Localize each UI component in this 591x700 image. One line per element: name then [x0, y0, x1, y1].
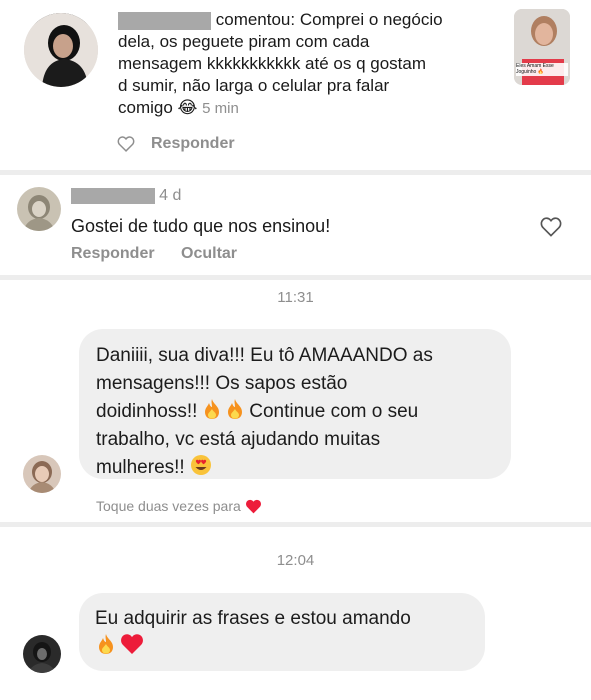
message-line: mulheres!!: [96, 454, 511, 485]
hide-button[interactable]: Ocultar: [181, 245, 237, 263]
message-text: mulheres!!: [96, 457, 185, 478]
like-comment-heart-icon[interactable]: [117, 136, 135, 152]
message-line: doidinhoss!! Continue com o seu: [96, 398, 511, 426]
comment-time: 4 d: [159, 187, 182, 204]
comment-header: 4 d: [71, 187, 181, 205]
reply-button[interactable]: Responder: [151, 135, 235, 153]
thumbnail-caption: Eles Amam Esse Joguinho 🔥: [516, 63, 554, 75]
message-bubble[interactable]: Eu adquirir as frases e estou amando: [79, 593, 485, 671]
sender-avatar[interactable]: [23, 635, 61, 673]
fire-emoji-icon: [226, 398, 244, 420]
message-timestamp: 11:31: [277, 289, 314, 306]
like-comment-heart-icon[interactable]: [540, 217, 562, 237]
comment-text-line: dela, os peguete piram com cada: [118, 32, 370, 51]
comment-body: comentou: Comprei o negócio dela, os peg…: [118, 9, 488, 120]
comment-text: Gostei de tudo que nos ensinou!: [71, 216, 331, 236]
comment-text-line: Comprei o negócio: [299, 10, 443, 29]
commenter-avatar[interactable]: [24, 13, 98, 87]
message-line: mensagens!!! Os sapos estão: [96, 373, 348, 394]
redacted-username[interactable]: [71, 188, 155, 205]
comment-action: comentou:: [215, 10, 296, 29]
hint-text: Toque duas vezes para: [96, 498, 241, 514]
comment-text-line: mensagem kkkkkkkkkkk até os q gostam: [118, 54, 427, 73]
comment-last-line: comigo 😂 5 min: [118, 97, 488, 120]
dm-thread-section: 12:04 Eu adquirir as frases e estou aman…: [0, 527, 591, 700]
message-line: [97, 633, 485, 664]
red-heart-icon: [120, 633, 144, 664]
laughing-emoji: 😂: [177, 98, 198, 118]
message-text: doidinhoss!!: [96, 401, 198, 422]
message-timestamp: 12:04: [276, 552, 315, 569]
sender-avatar[interactable]: [23, 455, 61, 493]
comment-text-line: comigo: [118, 98, 173, 117]
comment-line-1: comentou: Comprei o negócio: [118, 9, 488, 31]
reply-button[interactable]: Responder: [71, 245, 155, 263]
comment-time: 5 min: [202, 100, 239, 117]
comment-item: 4 d Gostei de tudo que nos ensinou! Resp…: [0, 175, 591, 275]
heart-eyes-emoji-icon: [190, 454, 212, 485]
message-line: Daniiii, sua diva!!! Eu tô AMAAANDO as: [96, 345, 433, 366]
fire-emoji-icon: [97, 633, 115, 655]
message-text: Continue com o seu: [249, 401, 419, 422]
commenter-avatar[interactable]: [17, 187, 61, 231]
message-line: Eu adquirir as frases e estou amando: [95, 608, 411, 629]
double-tap-hint: Toque duas vezes para: [96, 498, 262, 517]
redacted-username[interactable]: [118, 11, 211, 30]
post-thumbnail[interactable]: Eles Amam Esse Joguinho 🔥: [514, 9, 570, 85]
comment-notification: comentou: Comprei o negócio dela, os peg…: [0, 0, 591, 170]
message-line: trabalho, vc está ajudando muitas: [96, 429, 381, 450]
fire-emoji-icon: [203, 398, 221, 420]
dm-thread-section: 11:31 Daniiii, sua diva!!! Eu tô AMAAAND…: [0, 280, 591, 522]
message-bubble[interactable]: Daniiii, sua diva!!! Eu tô AMAAANDO as m…: [79, 329, 511, 479]
comment-text-line: d sumir, não larga o celular pra falar: [118, 76, 390, 95]
red-heart-icon: [245, 499, 262, 517]
